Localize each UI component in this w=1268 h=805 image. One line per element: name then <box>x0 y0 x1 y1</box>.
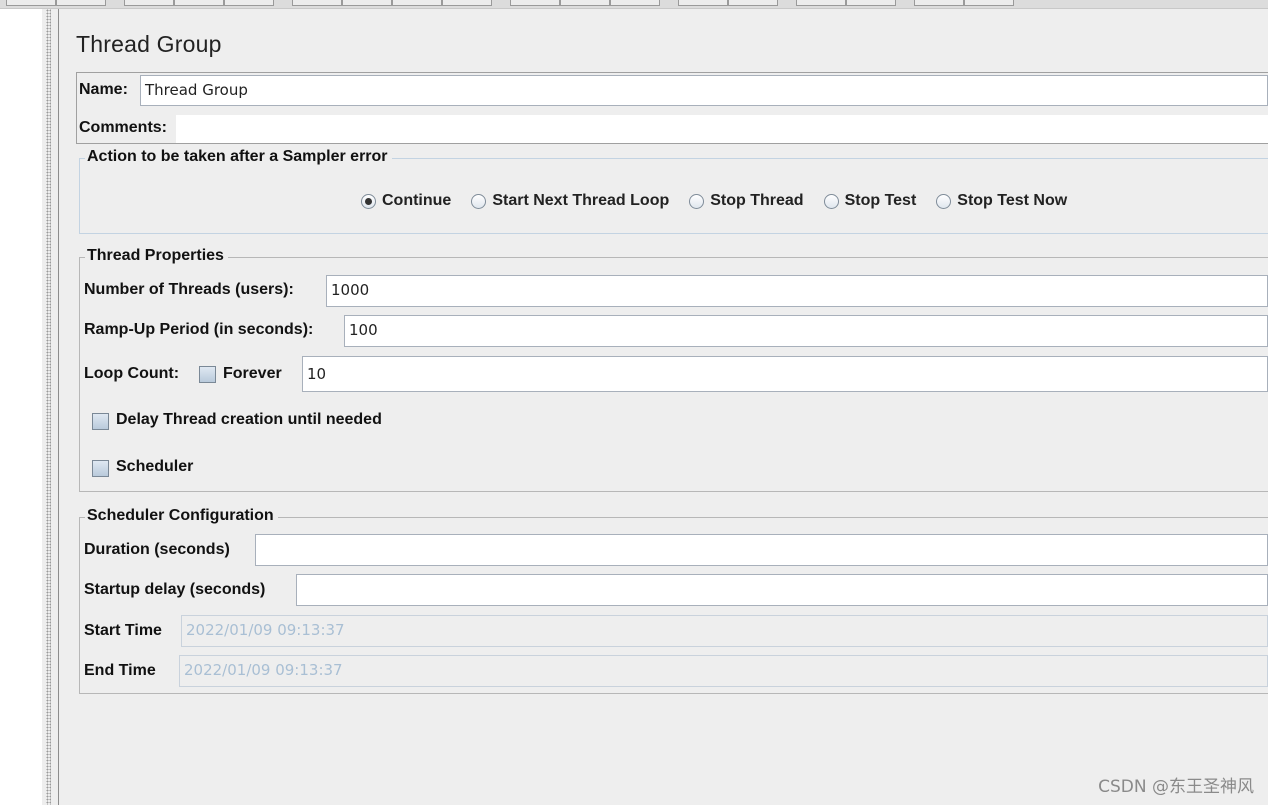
toolbar-button[interactable] <box>342 0 392 6</box>
end-time-field: 2022/01/09 09:13:37 <box>179 655 1268 687</box>
toolbar-button[interactable] <box>124 0 174 6</box>
start-time-field: 2022/01/09 09:13:37 <box>181 615 1268 647</box>
rampup-label: Ramp-Up Period (in seconds): <box>84 321 314 338</box>
sampler-error-options: Continue Start Next Thread Loop Stop Thr… <box>361 192 1087 210</box>
toolbar-button[interactable] <box>610 0 660 6</box>
toolbar-button[interactable] <box>442 0 492 6</box>
loop-count-label: Loop Count: <box>84 365 180 382</box>
duration-field[interactable] <box>255 534 1268 566</box>
thread-properties-title: Thread Properties <box>85 247 228 265</box>
delay-thread-checkbox[interactable] <box>92 413 109 430</box>
stop-test-radio[interactable] <box>823 193 839 209</box>
toolbar-button[interactable] <box>292 0 342 6</box>
startup-delay-field[interactable] <box>296 574 1268 606</box>
toolbar-button[interactable] <box>796 0 846 6</box>
pane-splitter[interactable] <box>42 9 60 805</box>
loop-count-field[interactable]: 10 <box>302 356 1268 392</box>
stop-thread-radio[interactable] <box>689 193 705 209</box>
toolbar-button[interactable] <box>224 0 274 6</box>
threads-label: Number of Threads (users): <box>84 281 294 298</box>
splitter-edge <box>58 9 59 805</box>
stop-test-now-label[interactable]: Stop Test Now <box>957 192 1067 210</box>
stop-thread-label[interactable]: Stop Thread <box>710 192 803 210</box>
comments-label: Comments: <box>79 119 168 136</box>
stop-test-label[interactable]: Stop Test <box>845 192 917 210</box>
scheduler-checkbox[interactable] <box>92 460 109 477</box>
threads-field[interactable]: 1000 <box>326 275 1268 307</box>
name-field[interactable]: Thread Group <box>140 75 1268 106</box>
continue-radio[interactable] <box>361 193 376 209</box>
toolbar-button[interactable] <box>560 0 610 6</box>
test-plan-tree[interactable] <box>0 9 42 805</box>
toolbar-button[interactable] <box>964 0 1014 6</box>
forever-label[interactable]: Forever <box>223 365 282 383</box>
toolbar-button[interactable] <box>392 0 442 6</box>
splitter-grip[interactable] <box>46 9 51 805</box>
toolbar-button[interactable] <box>510 0 560 6</box>
page-title: Thread Group <box>76 31 222 57</box>
toolbar-button[interactable] <box>728 0 778 6</box>
start-next-thread-loop-radio[interactable] <box>471 193 487 209</box>
continue-label[interactable]: Continue <box>382 192 451 210</box>
toolbar-button[interactable] <box>6 0 56 6</box>
delay-thread-label[interactable]: Delay Thread creation until needed <box>116 411 382 429</box>
toolbar-button[interactable] <box>56 0 106 6</box>
duration-label: Duration (seconds) <box>84 541 230 558</box>
forever-checkbox[interactable] <box>199 366 216 383</box>
sampler-error-title: Action to be taken after a Sampler error <box>85 148 392 166</box>
name-label: Name: <box>79 81 128 98</box>
toolbar <box>0 0 1268 9</box>
end-time-label: End Time <box>84 662 156 679</box>
toolbar-button[interactable] <box>846 0 896 6</box>
thread-group-panel: Thread Group Name: Thread Group Comments… <box>60 9 1268 805</box>
stop-test-now-radio[interactable] <box>936 193 952 209</box>
start-time-label: Start Time <box>84 622 162 639</box>
startup-delay-label: Startup delay (seconds) <box>84 581 266 598</box>
toolbar-button[interactable] <box>678 0 728 6</box>
comments-field[interactable] <box>176 115 1268 143</box>
start-next-thread-loop-label[interactable]: Start Next Thread Loop <box>492 192 669 210</box>
toolbar-button[interactable] <box>914 0 964 6</box>
watermark: CSDN @东王圣神风 <box>1098 777 1254 797</box>
rampup-field[interactable]: 100 <box>344 315 1268 347</box>
scheduler-config-title: Scheduler Configuration <box>85 507 278 525</box>
toolbar-button[interactable] <box>174 0 224 6</box>
scheduler-label[interactable]: Scheduler <box>116 458 193 476</box>
